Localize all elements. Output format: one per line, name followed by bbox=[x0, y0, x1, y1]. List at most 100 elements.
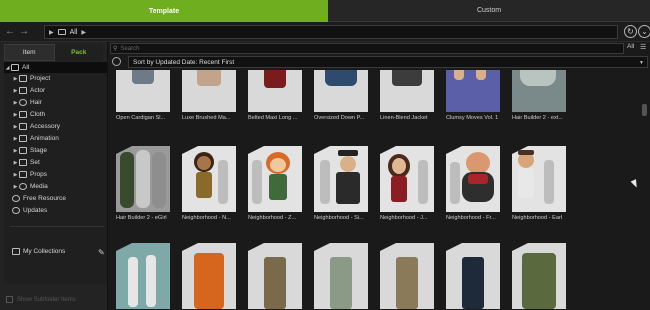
content-card[interactable] bbox=[446, 243, 504, 309]
tree-item-label: Actor bbox=[30, 87, 46, 94]
content-grid: Open Cardigan Sl... Luxe Brushed Ma... B… bbox=[110, 70, 640, 310]
left-panel: Item Pack ◢ All ▶ Project ▶ Actor ▶ Hair… bbox=[0, 42, 108, 310]
tree-item-set[interactable]: ▶ Set bbox=[12, 157, 40, 168]
thumbnail bbox=[380, 146, 434, 212]
tree-item-my-collections[interactable]: My Collections bbox=[12, 246, 65, 257]
tree-item-updates[interactable]: Updates bbox=[12, 205, 47, 216]
content-card[interactable] bbox=[182, 243, 240, 309]
show-subfolder-checkbox[interactable]: Show Subfolder Items bbox=[6, 296, 76, 303]
content-card[interactable]: Neighborhood - Fr... bbox=[446, 146, 504, 221]
tab-pack[interactable]: Pack bbox=[54, 44, 103, 61]
tree-item-props[interactable]: ▶ Props bbox=[12, 169, 47, 180]
scrollbar-thumb[interactable] bbox=[642, 104, 647, 116]
thumbnail bbox=[182, 70, 236, 112]
tree-item-label: Animation bbox=[30, 135, 59, 142]
content-card[interactable]: Neighborhood - N... bbox=[182, 146, 240, 221]
card-label: Neighborhood - Si... bbox=[314, 215, 364, 221]
content-card[interactable]: Open Cardigan Sl... bbox=[116, 70, 174, 121]
thumbnail bbox=[380, 70, 434, 112]
project-icon bbox=[19, 75, 27, 82]
hair-icon bbox=[19, 99, 27, 106]
content-card[interactable] bbox=[116, 243, 174, 309]
refresh-icon[interactable]: ↻ bbox=[624, 25, 637, 38]
show-subfolder-label: Show Subfolder Items bbox=[17, 296, 76, 303]
options-icon[interactable]: ⌄ bbox=[638, 25, 650, 38]
content-card[interactable]: Neighborhood - Z... bbox=[248, 146, 306, 221]
content-card[interactable]: Linen-Blend Jacket bbox=[380, 70, 438, 121]
thumbnail bbox=[512, 243, 566, 309]
menu-icon[interactable]: ☰ bbox=[640, 44, 648, 52]
search-filter-select[interactable]: All bbox=[627, 43, 634, 50]
tree-item-media[interactable]: ▶ Media bbox=[12, 181, 48, 192]
content-card[interactable]: Clumsy Moves Vol. 1 bbox=[446, 70, 504, 121]
content-card[interactable]: Oversized Down P... bbox=[314, 70, 372, 121]
folder-icon bbox=[57, 29, 66, 35]
thumbnail bbox=[248, 70, 302, 112]
free-resource-icon bbox=[12, 195, 20, 202]
stage-icon bbox=[19, 147, 27, 154]
tree-item-hair[interactable]: ▶ Hair bbox=[12, 97, 42, 108]
content-card[interactable] bbox=[512, 243, 570, 309]
content-card[interactable]: Neighborhood - J... bbox=[380, 146, 438, 221]
card-label: Neighborhood - J... bbox=[380, 215, 428, 221]
accessory-icon bbox=[19, 123, 27, 130]
forward-arrow-icon[interactable]: → bbox=[18, 26, 30, 38]
path-breadcrumb[interactable]: ▶ All ▶ bbox=[44, 25, 618, 39]
content-card[interactable] bbox=[314, 243, 372, 309]
tree-item-label: Accessory bbox=[30, 123, 60, 130]
thumbnail bbox=[182, 146, 236, 212]
navigation-bar: ← → ▶ All ▶ ↻ ⌄ bbox=[0, 22, 650, 42]
tree-item-label: All bbox=[22, 64, 30, 71]
tree-item-accessory[interactable]: ▶ Accessory bbox=[12, 121, 60, 132]
thumbnail bbox=[446, 146, 500, 212]
content-card[interactable]: Hair Builder 2 - ext... bbox=[512, 70, 570, 121]
tree-item-stage[interactable]: ▶ Stage bbox=[12, 145, 47, 156]
expand-arrow-icon: ▶ bbox=[13, 147, 18, 154]
expand-arrow-icon: ▶ bbox=[49, 29, 54, 36]
content-card[interactable]: Neighborhood - Si... bbox=[314, 146, 372, 221]
tree-item-cloth[interactable]: ▶ Cloth bbox=[12, 109, 45, 120]
card-label: Open Cardigan Sl... bbox=[116, 115, 166, 121]
content-card[interactable] bbox=[248, 243, 306, 309]
card-label: Neighborhood - N... bbox=[182, 215, 231, 221]
thumbnail bbox=[314, 70, 368, 112]
tree-item-animation[interactable]: ▶ Animation bbox=[12, 133, 59, 144]
tab-item[interactable]: Item bbox=[4, 44, 55, 61]
tab-custom[interactable]: Custom bbox=[328, 0, 650, 22]
expand-arrow-icon: ▶ bbox=[13, 171, 18, 178]
edit-pen-icon[interactable]: ✎ bbox=[98, 249, 106, 257]
tree-item-free-resource[interactable]: Free Resource bbox=[12, 193, 66, 204]
back-arrow-icon[interactable]: ← bbox=[4, 26, 16, 38]
tab-template[interactable]: Template bbox=[0, 0, 328, 22]
tree-item-label: My Collections bbox=[23, 248, 66, 255]
tree-item-label: Project bbox=[30, 75, 51, 82]
cloth-icon bbox=[19, 111, 27, 118]
thumbnail bbox=[512, 146, 566, 212]
tree-item-actor[interactable]: ▶ Actor bbox=[12, 85, 45, 96]
content-card[interactable]: Neighborhood - Earl bbox=[512, 146, 570, 221]
content-card[interactable] bbox=[380, 243, 438, 309]
thumbnail bbox=[314, 146, 368, 212]
tree-item-label: Props bbox=[30, 171, 47, 178]
tree-item-project[interactable]: ▶ Project bbox=[12, 73, 50, 84]
content-card[interactable]: Belted Maxi Long ... bbox=[248, 70, 306, 121]
tree-item-label: Stage bbox=[30, 147, 47, 154]
grid-scrollbar[interactable] bbox=[642, 70, 647, 310]
path-arrow-icon: ▶ bbox=[81, 29, 87, 36]
set-icon bbox=[19, 159, 27, 166]
expand-arrow-icon: ▶ bbox=[13, 99, 18, 106]
folder-icon bbox=[11, 64, 19, 71]
search-row: ⚲ Search All ☰ bbox=[110, 42, 650, 55]
tree-item-label: Set bbox=[30, 159, 40, 166]
expand-arrow-icon: ▶ bbox=[13, 123, 18, 130]
expand-arrow-icon: ▶ bbox=[13, 135, 18, 142]
thumbnail bbox=[248, 146, 302, 212]
sort-clock-icon[interactable] bbox=[112, 57, 121, 66]
sort-select[interactable]: Sort by Updated Date: Recent First ▼ bbox=[128, 56, 648, 68]
content-card[interactable]: Luxe Brushed Ma... bbox=[182, 70, 240, 121]
tree-item-all[interactable]: ◢ All bbox=[4, 62, 107, 73]
content-card[interactable]: Hair Builder 2 - eGirl bbox=[116, 146, 174, 221]
thumbnail bbox=[116, 243, 170, 309]
search-input[interactable]: ⚲ Search bbox=[110, 43, 624, 54]
tree-divider bbox=[10, 226, 104, 227]
